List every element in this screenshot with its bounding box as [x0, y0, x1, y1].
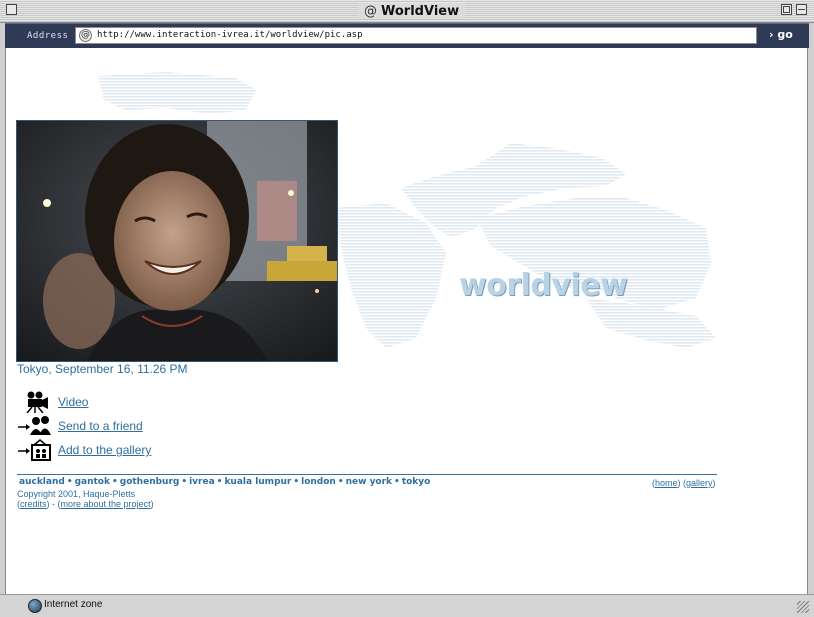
footer-divider — [17, 474, 717, 475]
send-friend-action[interactable]: Send to a friend — [18, 415, 143, 437]
separator-dot: • — [216, 477, 223, 487]
page-content: worldview Tokyo, September 16, 11.26 PM … — [5, 48, 808, 594]
city-link-auckland[interactable]: auckland — [19, 477, 65, 487]
city-link-gantok[interactable]: gantok — [75, 477, 110, 487]
zoom-box[interactable] — [781, 4, 792, 15]
window-right-border — [807, 48, 814, 594]
separator-dot: • — [181, 477, 188, 487]
copyright-text: Copyright 2001, Haque-Pletts — [17, 489, 136, 499]
more-about-link[interactable]: more about the project — [61, 499, 151, 509]
resize-handle[interactable] — [797, 601, 809, 613]
page-icon: @ — [79, 29, 92, 42]
video-link[interactable]: Video — [58, 395, 88, 409]
address-label: Address : — [27, 31, 81, 41]
globe-icon — [28, 599, 42, 613]
address-input[interactable]: @ http://www.interaction-ivrea.it/worldv… — [75, 27, 757, 44]
at-icon: @ — [364, 3, 377, 19]
window-titlebar[interactable]: @ WorldView — [0, 0, 814, 23]
separator-dot: • — [394, 477, 400, 487]
go-button[interactable]: › go — [769, 28, 793, 41]
photo-image — [17, 121, 337, 361]
gallery-action[interactable]: Add to the gallery — [18, 439, 151, 461]
city-link-kuala-lumpur[interactable]: kuala lumpur — [224, 477, 291, 487]
window-title-text: WorldView — [381, 3, 460, 19]
separator-dot: • — [66, 477, 73, 487]
city-links: auckland • gantok • gothenburg • ivrea • kuala l… — [19, 477, 430, 487]
photo-caption: Tokyo, September 16, 11.26 PM — [17, 362, 188, 376]
address-bar: Address : @ http://www.interaction-ivrea… — [5, 23, 809, 49]
separator-dot: • — [293, 477, 300, 487]
gallery-link[interactable]: Add to the gallery — [58, 443, 151, 457]
city-link-tokyo[interactable]: tokyo — [402, 477, 431, 487]
webcam-photo — [16, 120, 338, 362]
gallery-nav-link[interactable]: gallery — [686, 478, 713, 488]
city-link-ivrea[interactable]: ivrea — [189, 477, 215, 487]
go-label: go — [777, 28, 793, 41]
gallery-add-icon — [18, 439, 51, 461]
separator-dot: • — [337, 477, 344, 487]
credits-line: (credits) - (more about the project) — [17, 499, 154, 509]
city-link-new-york[interactable]: new york — [346, 477, 392, 487]
separator-dot: • — [111, 477, 118, 487]
status-bar: Internet zone — [0, 594, 814, 617]
worldview-logo: worldview — [459, 268, 628, 303]
close-box[interactable] — [6, 4, 17, 15]
send-friend-link[interactable]: Send to a friend — [58, 419, 143, 433]
zone-status: Internet zone — [44, 599, 103, 610]
video-action[interactable]: Video — [18, 391, 88, 413]
collapse-box[interactable] — [796, 4, 807, 15]
video-camera-icon — [26, 391, 48, 413]
footer-nav: (home) (gallery) — [652, 478, 716, 488]
address-url[interactable]: http://www.interaction-ivrea.it/worldvie… — [97, 30, 363, 40]
send-friend-icon — [18, 416, 51, 435]
window-title: @ WorldView — [358, 3, 466, 19]
city-link-london[interactable]: london — [301, 477, 336, 487]
credits-link[interactable]: credits — [20, 499, 47, 509]
city-link-gothenburg[interactable]: gothenburg — [120, 477, 180, 487]
home-link[interactable]: home — [655, 478, 678, 488]
